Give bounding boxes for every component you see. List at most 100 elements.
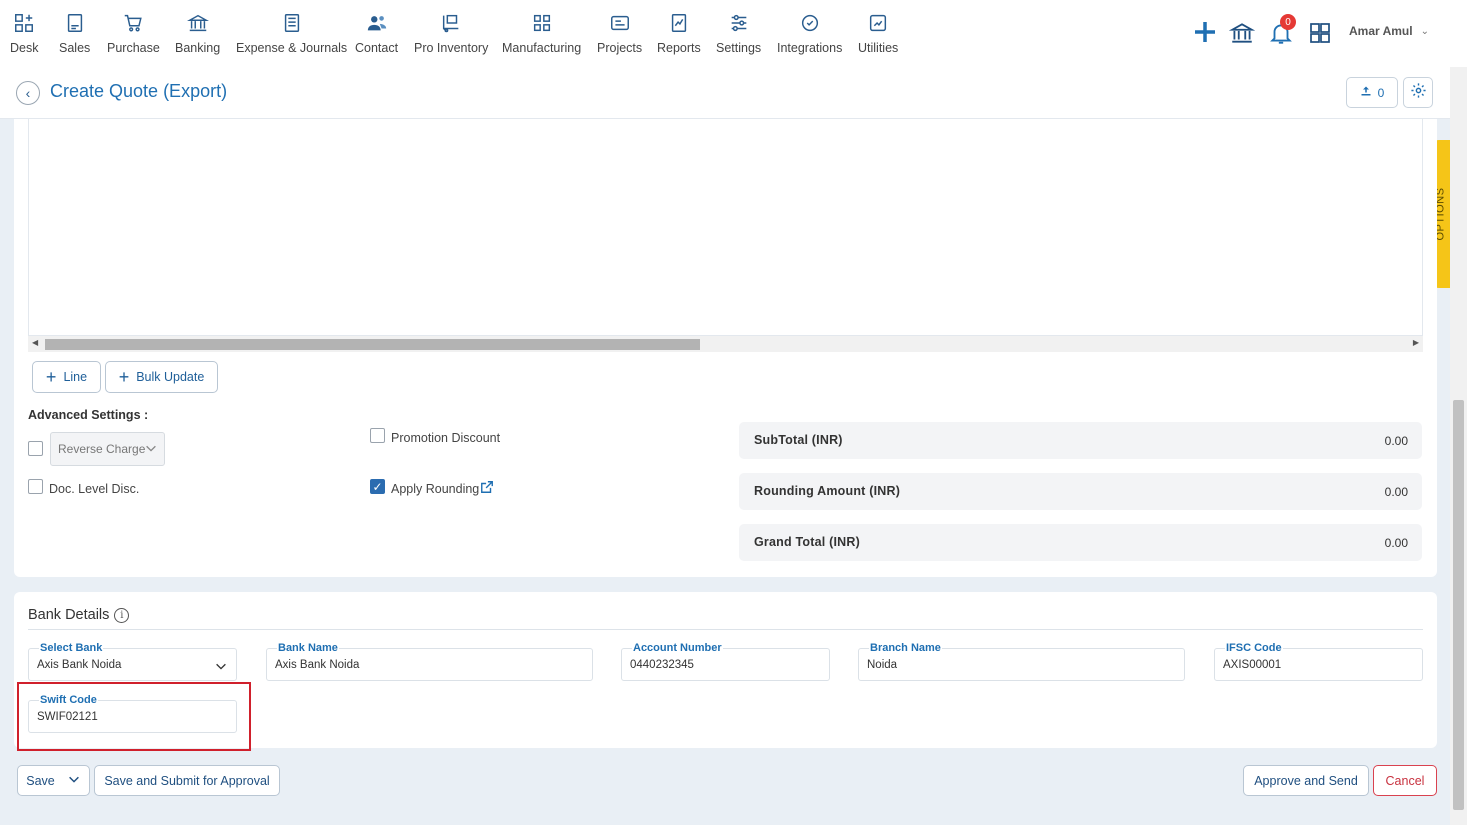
account-number-label: Account Number: [632, 642, 723, 654]
user-menu[interactable]: Amar Amul ⌄: [1349, 24, 1429, 38]
reverse-charge-label: Reverse Charge: [58, 442, 146, 456]
utilities-icon: [865, 10, 891, 36]
add-line-button[interactable]: + Line: [32, 361, 101, 393]
nav-label: Expense & Journals: [236, 41, 348, 55]
upload-icon: [1360, 85, 1372, 100]
reverse-charge-checkbox[interactable]: [28, 441, 43, 456]
chevron-down-icon: [144, 441, 158, 458]
nav-manufacturing[interactable]: Manufacturing: [502, 10, 581, 55]
advanced-settings-heading: Advanced Settings :: [28, 408, 149, 422]
bulk-update-button[interactable]: + Bulk Update: [105, 361, 218, 393]
purchase-cart-icon: [120, 10, 146, 36]
swift-code-highlight-box: [17, 682, 251, 751]
save-label: Save: [26, 773, 55, 788]
page-title: Create Quote (Export): [50, 81, 228, 101]
manufacturing-icon: [529, 10, 555, 36]
subtotal-row: SubTotal (INR) 0.00: [739, 422, 1422, 459]
page-header: ‹ Create Quote (Export) 0: [0, 67, 1450, 119]
nav-label: Projects: [597, 41, 643, 55]
cancel-label: Cancel: [1385, 773, 1425, 788]
scroll-left-icon[interactable]: ◀: [32, 338, 38, 347]
account-number-field[interactable]: Account Number 0440232345: [621, 642, 830, 681]
apps-grid-icon[interactable]: [1308, 21, 1332, 45]
select-bank-value: Axis Bank Noida: [37, 659, 122, 671]
approve-send-label: Approve and Send: [1254, 773, 1358, 788]
nav-settings[interactable]: Settings: [716, 10, 761, 55]
promotion-discount-label: Promotion Discount: [391, 431, 501, 445]
branch-name-value: Noida: [867, 659, 898, 671]
contacts-icon: [364, 10, 390, 36]
nav-label: Reports: [657, 41, 701, 55]
nav-label: Pro Inventory: [414, 41, 489, 55]
back-button[interactable]: ‹: [16, 81, 40, 105]
nav-sales[interactable]: Sales: [59, 10, 90, 55]
scrollbar-thumb[interactable]: [1453, 400, 1464, 810]
top-navigation: Desk Sales Purchase Banking Expense & Jo…: [0, 0, 1467, 67]
branch-name-field[interactable]: Branch Name Noida: [858, 642, 1185, 681]
bank-quick-icon[interactable]: [1228, 20, 1256, 46]
nav-integrations[interactable]: Integrations: [777, 10, 842, 55]
branch-name-label: Branch Name: [869, 642, 942, 654]
doc-level-disc-checkbox[interactable]: [28, 479, 43, 494]
scroll-right-icon[interactable]: ▶: [1413, 338, 1419, 347]
integrations-icon: [797, 10, 823, 36]
attachments-button[interactable]: 0: [1346, 77, 1398, 108]
nav-reports[interactable]: Reports: [657, 10, 701, 55]
reports-icon: [666, 10, 692, 36]
apply-rounding-label: Apply Rounding: [391, 482, 480, 496]
save-submit-approval-button[interactable]: Save and Submit for Approval: [94, 765, 280, 796]
page-settings-button[interactable]: [1403, 77, 1433, 108]
bank-icon: [185, 10, 211, 36]
page-scrollbar[interactable]: [1450, 67, 1467, 825]
ifsc-code-field[interactable]: IFSC Code AXIS00001: [1214, 642, 1423, 681]
nav-label: Settings: [716, 41, 762, 55]
line-items-grid: [28, 119, 1423, 336]
nav-pro-inventory[interactable]: Pro Inventory: [414, 10, 488, 55]
approve-send-button[interactable]: Approve and Send: [1243, 765, 1369, 796]
journal-icon: [279, 10, 305, 36]
add-new-icon[interactable]: [1193, 20, 1217, 44]
nav-projects[interactable]: Projects: [597, 10, 642, 55]
nav-label: Desk: [10, 41, 39, 55]
bulk-update-label: Bulk Update: [136, 370, 205, 384]
cancel-button[interactable]: Cancel: [1373, 765, 1437, 796]
reverse-charge-select[interactable]: Reverse Charge: [50, 432, 165, 466]
apply-rounding-checkbox[interactable]: ✓: [370, 479, 385, 494]
info-icon[interactable]: i: [114, 607, 130, 623]
save-dropdown-button[interactable]: Save: [17, 765, 90, 796]
nav-label: Contact: [355, 41, 399, 55]
bank-name-field[interactable]: Bank Name Axis Bank Noida: [266, 642, 593, 681]
gear-icon: [1410, 82, 1427, 104]
nav-utilities[interactable]: Utilities: [858, 10, 898, 55]
promotion-discount-checkbox[interactable]: [370, 428, 385, 443]
grid-horizontal-scrollbar[interactable]: ◀ ▶: [28, 336, 1423, 352]
nav-expense-journals[interactable]: Expense & Journals: [236, 10, 347, 55]
attachments-count: 0: [1377, 85, 1385, 100]
chevron-down-icon: [67, 772, 81, 789]
projects-icon: [607, 10, 633, 36]
nav-banking[interactable]: Banking: [175, 10, 220, 55]
nav-label: Sales: [59, 41, 91, 55]
grid-scrollbar-thumb[interactable]: [45, 339, 700, 350]
ifsc-code-label: IFSC Code: [1225, 642, 1283, 654]
select-bank-label: Select Bank: [39, 642, 104, 654]
doc-level-disc-label: Doc. Level Disc.: [49, 482, 140, 496]
select-bank-dropdown[interactable]: Select Bank Axis Bank Noida: [28, 642, 237, 681]
plus-icon: +: [45, 367, 57, 387]
desk-icon: [11, 10, 37, 36]
nav-desk[interactable]: Desk: [10, 10, 38, 55]
external-link-icon[interactable]: [480, 480, 494, 494]
inventory-icon: [438, 10, 464, 36]
chevron-down-icon: [214, 659, 228, 678]
nav-contact[interactable]: Contact: [355, 10, 398, 55]
line-items-card: ◀ ▶ + Line + Bulk Update Advanced Settin…: [14, 119, 1437, 577]
nav-label: Banking: [175, 41, 221, 55]
rounding-amount-row: Rounding Amount (INR) 0.00: [739, 473, 1422, 510]
rounding-amount-value: 0.00: [1384, 485, 1408, 499]
nav-label: Integrations: [777, 41, 843, 55]
grand-total-row: Grand Total (INR) 0.00: [739, 524, 1422, 561]
settings-sliders-icon: [726, 10, 752, 36]
notification-bell-icon[interactable]: 0: [1268, 14, 1296, 46]
subtotal-label: SubTotal (INR): [754, 433, 843, 447]
nav-purchase[interactable]: Purchase: [107, 10, 160, 55]
